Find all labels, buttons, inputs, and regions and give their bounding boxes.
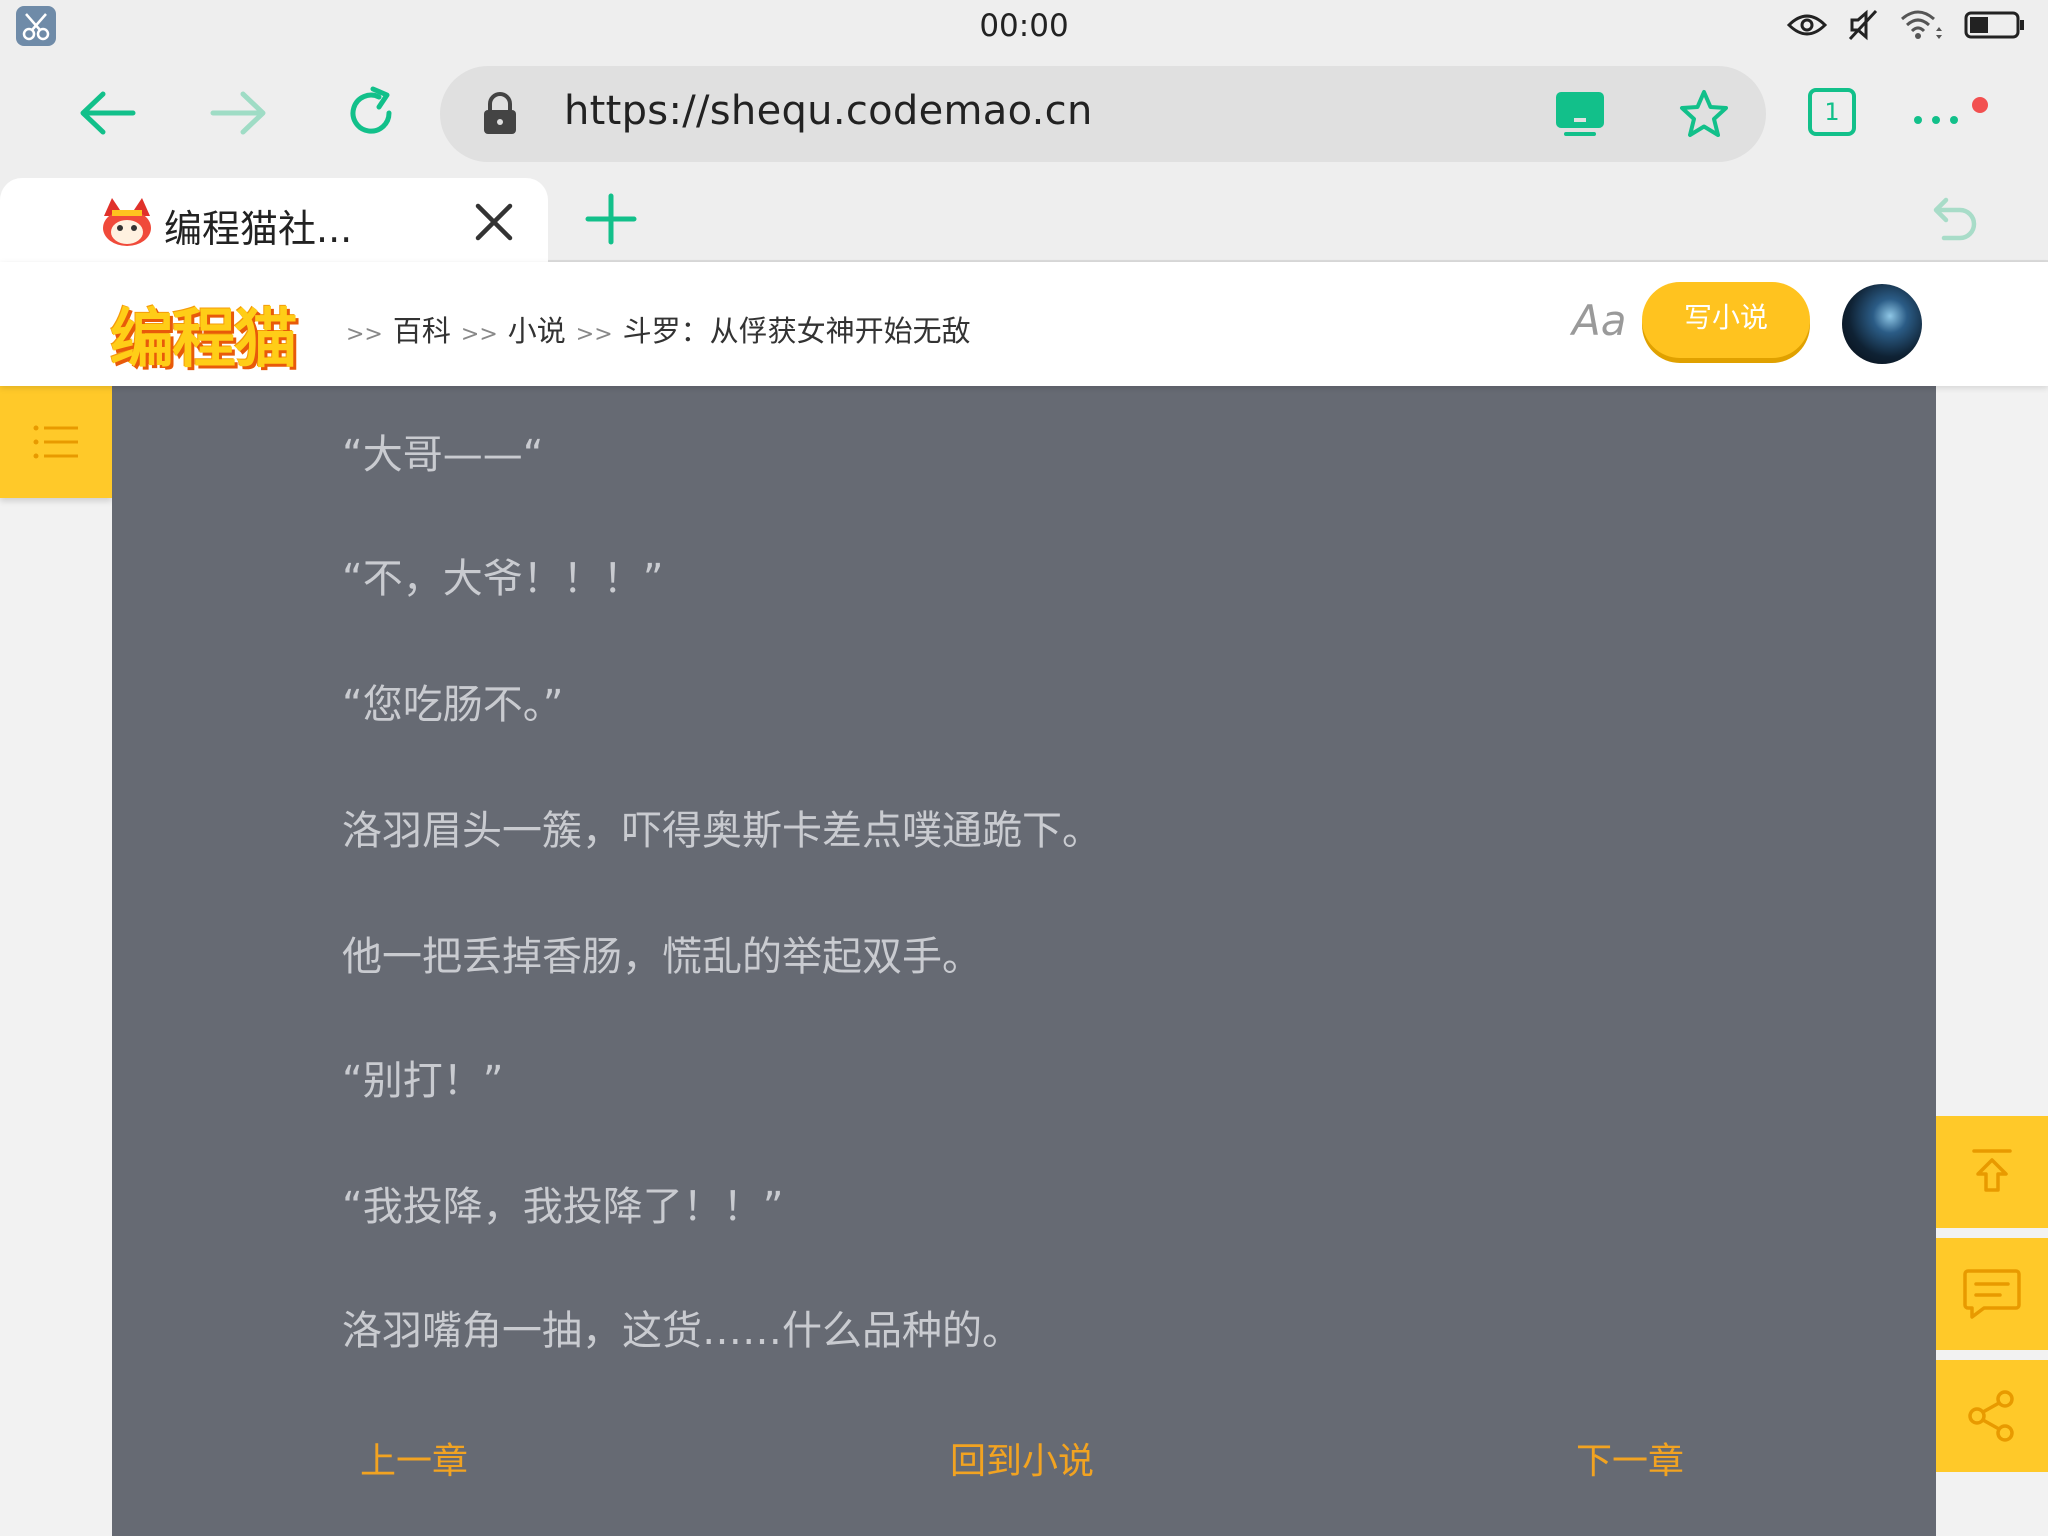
refresh-icon — [350, 86, 392, 134]
prev-chapter-link[interactable]: 上一章 — [360, 1432, 468, 1484]
refresh-button[interactable] — [336, 78, 406, 148]
share-icon — [1968, 1390, 2014, 1442]
breadcrumb: >> 百科 >> 小说 >> 斗罗：从俘获女神开始无敌 — [346, 308, 971, 350]
paragraph: “别打！” — [342, 1058, 504, 1104]
star-icon[interactable] — [1678, 88, 1730, 140]
more-dots-icon[interactable] — [1910, 96, 1990, 136]
back-arrow-icon — [80, 91, 136, 135]
comment-button[interactable] — [1936, 1238, 2048, 1350]
back-to-top-button[interactable] — [1936, 1116, 2048, 1228]
avatar[interactable] — [1842, 284, 1922, 364]
share-button[interactable] — [1936, 1360, 2048, 1472]
codemao-favicon-icon — [98, 194, 156, 250]
new-tab-button[interactable] — [584, 192, 638, 246]
next-chapter-link[interactable]: 下一章 — [1576, 1432, 1684, 1484]
screen-cast-icon[interactable] — [1554, 90, 1606, 138]
back-to-top-icon — [1972, 1149, 2012, 1192]
eye-icon — [1786, 11, 1828, 43]
comment-icon — [1963, 1269, 2021, 1319]
status-bar: 00:00 — [0, 0, 2048, 52]
site-header: 编程猫 >> 百科 >> 小说 >> 斗罗：从俘获女神开始无敌 Aa 写小说 — [0, 262, 2048, 386]
browser-toolbar: https://shequ.codemao.cn 1 — [0, 52, 2048, 174]
wifi-icon — [1898, 9, 1944, 45]
paragraph: “不，大爷！！！” — [342, 556, 664, 602]
paragraph: “大哥——“ — [342, 432, 544, 478]
paragraph: 洛羽眉头一簇，吓得奥斯卡差点噗通跪下。 — [342, 808, 1102, 854]
breadcrumb-separator: >> — [346, 322, 383, 347]
breadcrumb-separator: >> — [575, 322, 613, 347]
write-novel-button[interactable]: 写小说 — [1642, 282, 1810, 358]
paragraph: “您吃肠不。” — [342, 682, 564, 728]
paragraph: 他一把丢掉香肠，慌乱的举起双手。 — [342, 934, 982, 980]
site-logo[interactable]: 编程猫 — [110, 288, 298, 380]
back-to-novel-link[interactable]: 回到小说 — [950, 1432, 1094, 1484]
breadcrumb-current-title[interactable]: 斗罗：从俘获女神开始无敌 — [623, 308, 971, 350]
active-tab[interactable]: 编程猫社... — [0, 178, 548, 262]
chapter-content: “大哥——“ “不，大爷！！！” “您吃肠不。” 洛羽眉头一簇，吓得奥斯卡差点噗… — [112, 386, 1936, 1536]
tab-strip: 编程猫社... — [0, 174, 2048, 262]
close-icon[interactable] — [472, 200, 516, 244]
mute-icon — [1848, 9, 1878, 45]
tab-count-button[interactable]: 1 — [1808, 88, 1856, 136]
undo-icon[interactable] — [1924, 190, 1980, 246]
forward-arrow-icon — [210, 91, 266, 135]
battery-icon — [1964, 10, 2026, 44]
url-bar[interactable]: https://shequ.codemao.cn — [440, 66, 1766, 162]
lock-icon — [478, 92, 522, 136]
back-button[interactable] — [72, 78, 142, 148]
font-size-toggle[interactable]: Aa — [1572, 296, 1626, 345]
paragraph: “我投降，我投降了！！” — [342, 1184, 784, 1230]
url-text[interactable]: https://shequ.codemao.cn — [564, 88, 1093, 134]
paragraph: 洛羽嘴角一抽，这货……什么品种的。 — [342, 1308, 1022, 1354]
breadcrumb-novel-link[interactable]: 小说 — [508, 308, 566, 350]
list-icon — [33, 425, 78, 459]
breadcrumb-separator: >> — [460, 322, 498, 347]
toc-button[interactable] — [0, 386, 112, 498]
status-time: 00:00 — [979, 8, 1069, 44]
plus-icon — [585, 193, 637, 245]
tab-title: 编程猫社... — [164, 207, 353, 251]
forward-button[interactable] — [204, 78, 274, 148]
breadcrumb-wiki-link[interactable]: 百科 — [393, 308, 451, 350]
